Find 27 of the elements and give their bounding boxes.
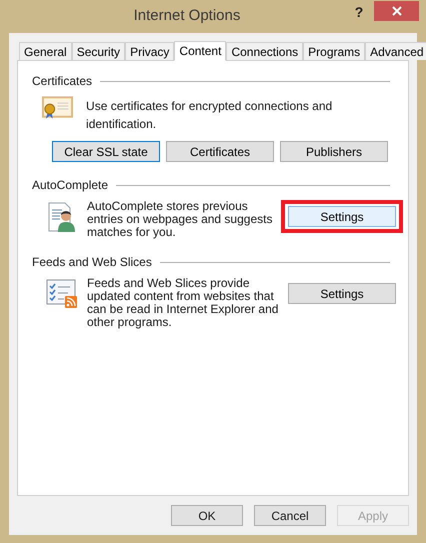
settings-button[interactable]: Settings	[288, 283, 396, 304]
dialog-button[interactable]: Cancel	[254, 505, 326, 526]
tab[interactable]: Content	[174, 41, 226, 61]
close-icon	[392, 6, 402, 16]
settings-button[interactable]: Settings	[288, 206, 396, 227]
group-heading: Feeds and Web Slices	[32, 254, 152, 271]
help-button[interactable]: ?	[344, 2, 374, 24]
tab[interactable]: General	[19, 42, 72, 60]
window-title: Internet Options	[132, 6, 242, 26]
description-text: Use certificates for encrypted connections and identification.	[86, 98, 334, 133]
tab[interactable]: Connections	[226, 42, 304, 60]
group-heading: AutoComplete	[32, 177, 108, 194]
certificate-action-button[interactable]: Certificates	[166, 141, 274, 162]
certificate-action-button[interactable]: Clear SSL state	[52, 141, 160, 162]
tab[interactable]: Security	[72, 42, 126, 60]
tab[interactable]: Privacy	[125, 42, 174, 60]
certificate-action-button[interactable]: Publishers	[280, 141, 388, 162]
dialog-button[interactable]: OK	[171, 505, 243, 526]
group-heading: Certificates	[32, 73, 92, 90]
description-text: Feeds and Web Slices provide updated content from websites that can be read in Internet Explorer and other programs.	[87, 277, 279, 329]
close-button[interactable]	[374, 0, 419, 20]
document-person-icon	[48, 202, 76, 232]
checklist-feed-icon	[46, 279, 78, 309]
tab[interactable]: Programs	[303, 42, 366, 60]
description-text: AutoComplete stores previous entries on webpages and suggests matches for you.	[87, 200, 274, 239]
tab[interactable]: Advanced	[365, 42, 426, 60]
certificate-icon	[42, 96, 74, 120]
